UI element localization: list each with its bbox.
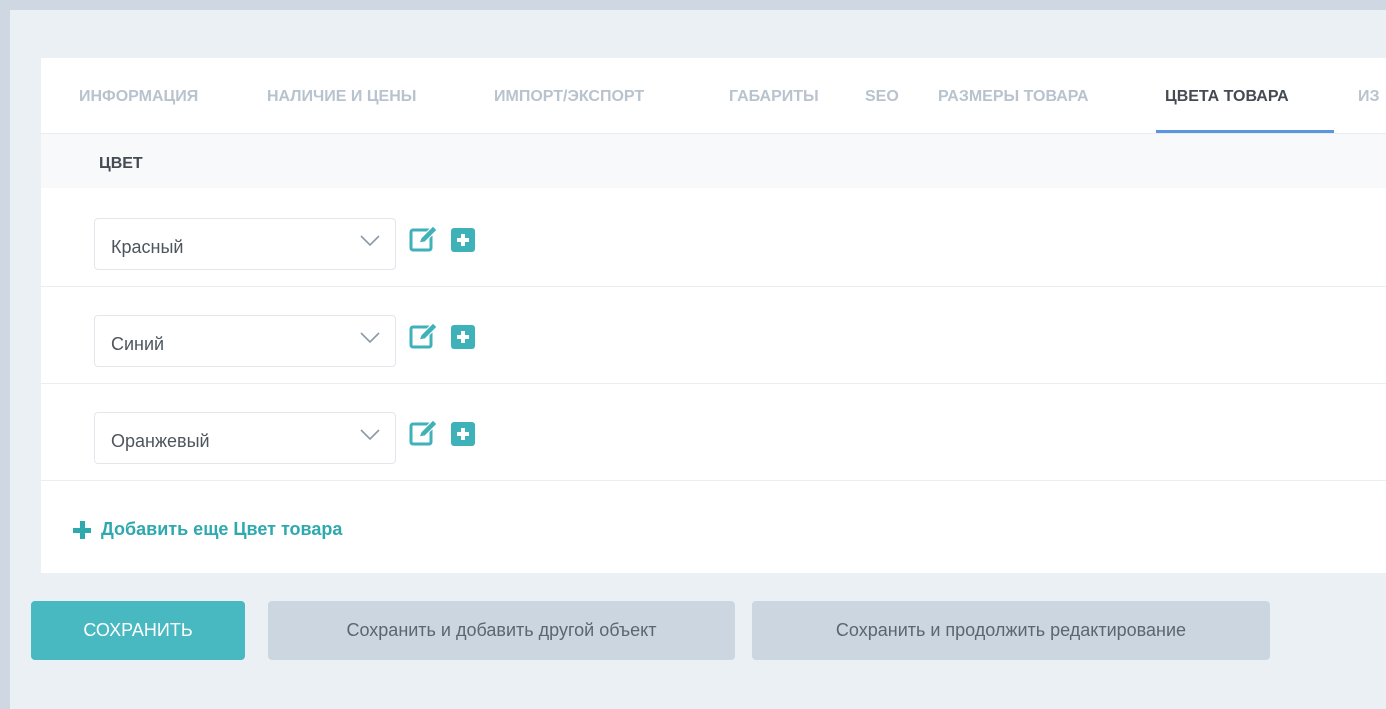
add-another-color-label: Добавить еще Цвет товара [101, 519, 343, 539]
color-row: Синий [41, 286, 1386, 384]
color-select[interactable]: Синий [94, 315, 396, 367]
section-header [41, 134, 1386, 188]
save-and-continue-button[interactable]: Сохранить и продолжить редактирование [752, 601, 1270, 660]
tab-bar: ИНФОРМАЦИЯ НАЛИЧИЕ И ЦЕНЫ ИМПОРТ/ЭКСПОРТ… [41, 58, 1386, 134]
tab-product-colors[interactable]: ЦВЕТА ТОВАРА [1165, 88, 1289, 106]
add-icon[interactable] [451, 325, 475, 349]
color-select-value: Красный [111, 237, 184, 257]
active-tab-indicator [1156, 130, 1334, 133]
plus-icon [73, 521, 91, 539]
tab-import-export[interactable]: ИМПОРТ/ЭКСПОРТ [494, 88, 644, 106]
color-select[interactable]: Оранжевый [94, 412, 396, 464]
edit-icon[interactable] [409, 322, 439, 350]
save-and-add-another-button[interactable]: Сохранить и добавить другой объект [268, 601, 735, 660]
chevron-down-icon [360, 332, 380, 344]
add-icon[interactable] [451, 228, 475, 252]
save-button[interactable]: СОХРАНИТЬ [31, 601, 245, 660]
tab-product-sizes[interactable]: РАЗМЕРЫ ТОВАРА [938, 88, 1089, 106]
tab-information[interactable]: ИНФОРМАЦИЯ [79, 88, 198, 106]
section-title: ЦВЕТ [99, 155, 143, 172]
add-icon[interactable] [451, 422, 475, 446]
color-select[interactable]: Красный [94, 218, 396, 270]
tab-seo[interactable]: SEO [865, 88, 899, 106]
chevron-down-icon [360, 429, 380, 441]
edit-icon[interactable] [409, 225, 439, 253]
tab-dimensions[interactable]: ГАБАРИТЫ [729, 88, 819, 106]
color-select-value: Оранжевый [111, 431, 210, 451]
color-select-value: Синий [111, 334, 165, 354]
form-card: ИНФОРМАЦИЯ НАЛИЧИЕ И ЦЕНЫ ИМПОРТ/ЭКСПОРТ… [41, 58, 1386, 573]
tab-availability-prices[interactable]: НАЛИЧИЕ И ЦЕНЫ [267, 88, 416, 106]
chevron-down-icon [360, 235, 380, 247]
edit-icon[interactable] [409, 419, 439, 447]
tab-truncated[interactable]: ИЗ [1358, 88, 1380, 106]
color-row: Красный [41, 189, 1386, 287]
page-frame: ИНФОРМАЦИЯ НАЛИЧИЕ И ЦЕНЫ ИМПОРТ/ЭКСПОРТ… [0, 0, 1386, 709]
color-row: Оранжевый [41, 383, 1386, 481]
